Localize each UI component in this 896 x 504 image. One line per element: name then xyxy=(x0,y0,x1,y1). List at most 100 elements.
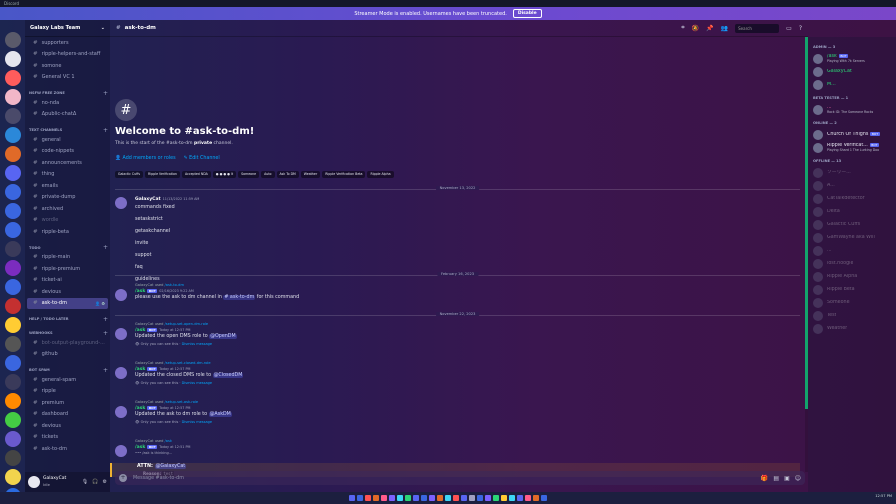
server-icon[interactable] xyxy=(4,32,21,48)
dismiss-message-link[interactable]: Dismiss message xyxy=(182,420,212,424)
avatar[interactable] xyxy=(813,104,823,115)
member-item[interactable]: Ripple Beta xyxy=(813,283,891,296)
member-item[interactable]: GalaxyCat xyxy=(813,65,891,78)
channel-item[interactable]: # somone xyxy=(27,60,108,72)
add-channel-icon[interactable]: + xyxy=(103,127,108,134)
member-list-icon[interactable]: 👥 xyxy=(721,25,728,32)
channel-item[interactable]: # devious xyxy=(27,286,108,298)
taskbar-app-icon[interactable] xyxy=(461,495,467,501)
avatar[interactable] xyxy=(813,206,823,217)
avatar[interactable] xyxy=(813,79,823,90)
server-icon[interactable] xyxy=(4,70,21,86)
taskbar-app-icon[interactable] xyxy=(389,495,395,501)
add-attachment-button[interactable]: + xyxy=(119,474,127,482)
channel-item[interactable]: # supporters xyxy=(27,37,108,49)
channel-item[interactable]: # github xyxy=(27,349,108,361)
channel-category[interactable]: NSFW FREE ZONE + xyxy=(27,89,108,97)
channel-item[interactable]: # dashboard xyxy=(27,409,108,421)
channel-item[interactable]: # thing xyxy=(27,169,108,181)
edit-channel-button[interactable]: ✎ Edit Channel xyxy=(184,156,220,161)
channel-category[interactable]: BOT SPAM + xyxy=(27,366,108,374)
channel-category[interactable]: TODO + xyxy=(27,244,108,252)
channel-item[interactable]: # announcements xyxy=(27,157,108,169)
channel-item[interactable]: # General VC 1 xyxy=(27,72,108,84)
gif-icon[interactable]: ▤ xyxy=(773,475,779,482)
avatar[interactable] xyxy=(813,297,823,308)
avatar[interactable] xyxy=(813,245,823,256)
role-mention[interactable]: @AskDM xyxy=(208,412,232,417)
taskbar-app-icon[interactable] xyxy=(413,495,419,501)
server-icon[interactable] xyxy=(4,51,21,67)
avatar[interactable] xyxy=(813,167,823,178)
dismiss-message-link[interactable]: Dismiss message xyxy=(182,381,212,385)
member-item[interactable]: CatTalkdetector xyxy=(813,192,891,205)
member-item[interactable]: Test xyxy=(813,309,891,322)
member-item[interactable]: GamWayne aka Will xyxy=(813,231,891,244)
channel-category[interactable]: HELP / TODO LATER + xyxy=(27,315,108,323)
server-icon[interactable] xyxy=(4,469,21,485)
member-item[interactable]: M... xyxy=(813,78,891,91)
gear-icon[interactable]: ⚙ xyxy=(103,479,107,485)
taskbar-app-icon[interactable] xyxy=(373,495,379,501)
avatar[interactable] xyxy=(115,289,127,301)
avatar[interactable] xyxy=(813,258,823,269)
add-channel-icon[interactable]: + xyxy=(103,367,108,374)
add-members-button[interactable]: 👤 Add members or roles xyxy=(115,156,176,161)
server-icon[interactable] xyxy=(4,222,21,238)
taskbar-app-icon[interactable] xyxy=(405,495,411,501)
member-item[interactable]: ... xyxy=(813,244,891,257)
member-item[interactable]: Delta xyxy=(813,205,891,218)
message-input[interactable]: Message #ask-to-dm xyxy=(133,476,184,481)
server-icon[interactable] xyxy=(4,431,21,447)
taskbar-app-icon[interactable] xyxy=(421,495,427,501)
add-channel-icon[interactable]: + xyxy=(103,244,108,251)
taskbar-app-icon[interactable] xyxy=(509,495,515,501)
server-icon[interactable] xyxy=(4,412,21,428)
headphones-icon[interactable]: 🎧 xyxy=(92,479,98,485)
reply-user[interactable]: GalaxyCat xyxy=(135,322,154,326)
server-icon[interactable] xyxy=(4,165,21,181)
channel-item[interactable]: # ripple-premium xyxy=(27,263,108,275)
member-item[interactable]: ソーリー... xyxy=(813,166,891,179)
channel-item[interactable]: # ripple-main xyxy=(27,252,108,264)
server-icon[interactable] xyxy=(4,260,21,276)
reply-user[interactable]: GalaxyCat xyxy=(135,361,154,365)
taskbar-app-icon[interactable] xyxy=(477,495,483,501)
server-icon[interactable] xyxy=(4,146,21,162)
channel-category[interactable]: TEXT CHANNELS + xyxy=(27,126,108,134)
avatar[interactable] xyxy=(813,53,823,64)
avatar[interactable] xyxy=(115,197,127,209)
server-icon[interactable] xyxy=(4,317,21,333)
channel-item[interactable]: # ripple-helpers-and-staff xyxy=(27,49,108,61)
taskbar-app-icon[interactable] xyxy=(357,495,363,501)
server-icon[interactable] xyxy=(4,374,21,390)
channel-item[interactable]: # archived xyxy=(27,203,108,215)
reply-command[interactable]: /ask-to-dm xyxy=(165,283,184,287)
avatar[interactable] xyxy=(813,129,823,140)
channel-category[interactable]: WEBHOOKS + xyxy=(27,329,108,337)
search-input[interactable]: Search xyxy=(735,23,780,33)
avatar[interactable] xyxy=(28,476,40,488)
channel-item[interactable]: # bot-output-playground-... xyxy=(27,337,108,349)
channel-item[interactable]: # devious xyxy=(27,420,108,432)
reply-user[interactable]: GalaxyCat xyxy=(135,283,154,287)
server-icon[interactable] xyxy=(4,279,21,295)
inbox-icon[interactable]: ▭ xyxy=(786,25,792,32)
taskbar-app-icon[interactable] xyxy=(517,495,523,501)
channel-item[interactable]: # tickets xyxy=(27,432,108,444)
chevron-down-icon[interactable]: ⌄ xyxy=(101,25,105,31)
avatar[interactable] xyxy=(813,232,823,243)
channel-item[interactable]: # no-nda xyxy=(27,97,108,109)
reply-command[interactable]: /setup-set-open-dm-role xyxy=(165,322,209,326)
member-item[interactable]: ... Rock ID: The Someone Rocks xyxy=(813,103,891,116)
avatar[interactable] xyxy=(813,193,823,204)
guild-header[interactable]: Galaxy Labs Team ⌄ xyxy=(25,20,110,37)
avatar[interactable] xyxy=(813,142,823,153)
server-icon[interactable] xyxy=(4,450,21,466)
avatar[interactable] xyxy=(813,323,823,334)
add-channel-icon[interactable]: + xyxy=(103,330,108,337)
avatar[interactable] xyxy=(115,406,127,418)
server-icon[interactable] xyxy=(4,89,21,105)
help-icon[interactable]: ? xyxy=(799,25,802,32)
role-mention[interactable]: @ClosedDM xyxy=(212,373,244,378)
